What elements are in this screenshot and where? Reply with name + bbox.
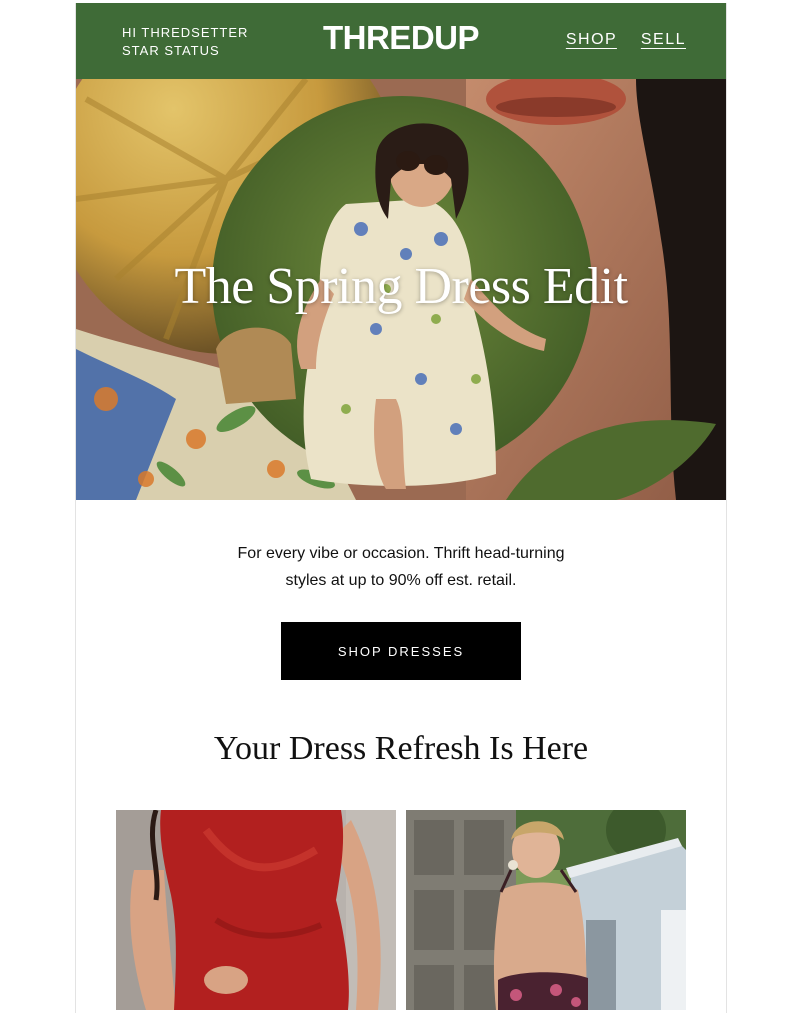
greeting-line-2: STAR STATUS xyxy=(122,43,220,58)
top-nav: SHOP SELL xyxy=(548,31,686,49)
shop-dresses-button[interactable]: SHOP DRESSES xyxy=(281,622,521,680)
header-bar: HI THREDSETTER STAR STATUS THREDUP SHOP … xyxy=(76,3,726,79)
product-card-red-dress[interactable] xyxy=(116,810,396,1010)
hero-title: The Spring Dress Edit xyxy=(174,258,628,315)
section-title: Your Dress Refresh Is Here xyxy=(213,730,589,767)
product-card-floral-dress[interactable] xyxy=(406,810,686,1010)
hero-banner[interactable]: The Spring Dress Edit xyxy=(76,79,726,500)
floral-dress-image xyxy=(406,810,686,1010)
red-dress-image xyxy=(116,810,396,1010)
intro-line-1: For every vibe or occasion. Thrift head-… xyxy=(237,545,565,562)
nav-shop-link[interactable]: SHOP xyxy=(566,31,617,48)
email-container: HI THREDSETTER STAR STATUS THREDUP SHOP … xyxy=(75,3,727,1013)
intro-copy: For every vibe or occasion. Thrift head-… xyxy=(76,540,726,594)
greeting-line-1: HI THREDSETTER xyxy=(122,25,249,40)
nav-sell-link[interactable]: SELL xyxy=(641,31,686,48)
member-greeting: HI THREDSETTER STAR STATUS xyxy=(122,24,248,60)
thredup-logo[interactable]: THREDUP xyxy=(323,19,480,56)
intro-line-2: styles at up to 90% off est. retail. xyxy=(285,572,517,589)
